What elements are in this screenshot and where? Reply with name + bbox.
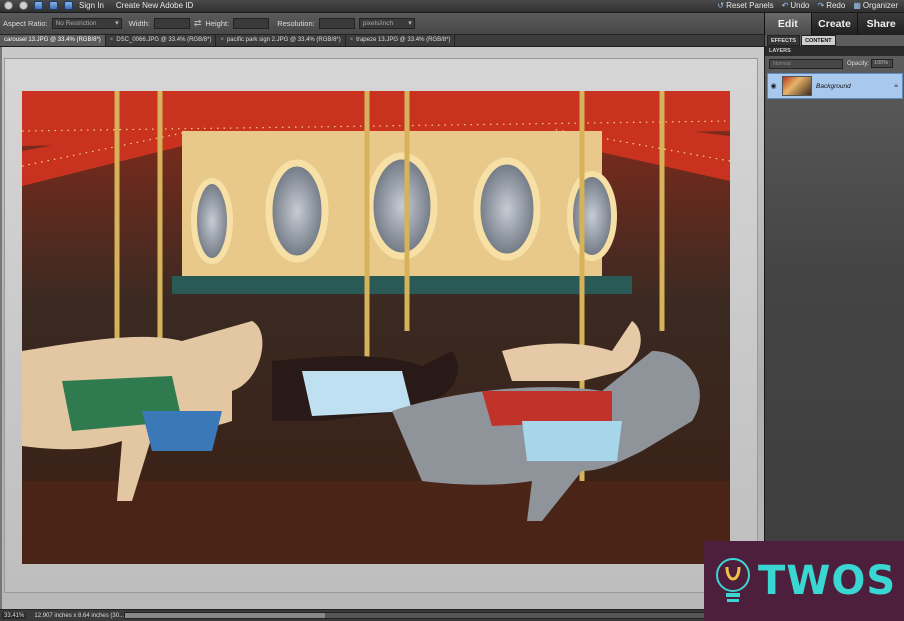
resolution-unit-select[interactable]: pixels/inch bbox=[358, 18, 415, 29]
photo-canvas[interactable] bbox=[22, 91, 730, 564]
carousel-photo bbox=[22, 91, 730, 564]
doc-tab-label: DSC_0066.JPG @ 33.4% (RGB/8*) bbox=[116, 37, 212, 43]
close-icon[interactable]: × bbox=[110, 35, 114, 46]
close-icon[interactable]: × bbox=[350, 35, 354, 46]
scrollbar-thumb[interactable] bbox=[125, 613, 325, 618]
tab-create[interactable]: Create bbox=[810, 13, 858, 35]
create-adobe-id-link[interactable]: Create New Adobe ID bbox=[116, 1, 193, 10]
opacity-label: Opacity: bbox=[847, 60, 870, 67]
redo-label: Redo bbox=[826, 1, 846, 10]
lightbulb-icon bbox=[716, 558, 750, 602]
folder-icon[interactable] bbox=[49, 1, 58, 10]
layer-thumbnail bbox=[782, 76, 812, 96]
top-menu-bar: Sign In Create New Adobe ID ↺ Reset Panel… bbox=[0, 0, 904, 13]
aspect-ratio-select[interactable]: No Restriction bbox=[51, 18, 122, 29]
width-field[interactable] bbox=[153, 18, 190, 29]
doc-tab-label: carousel 13.JPG @ 33.4% (RGB/8*) bbox=[4, 37, 101, 43]
document-size: 12.907 inches x 8.64 inches (30... bbox=[34, 612, 125, 619]
undo-button[interactable]: ↶ Undo bbox=[782, 1, 810, 10]
doc-tab-dsc0066[interactable]: × DSC_0066.JPG @ 33.4% (RGB/8*) bbox=[106, 35, 217, 46]
width-label: Width: bbox=[128, 19, 150, 28]
undo-icon: ↶ bbox=[781, 1, 789, 10]
layer-name: Background bbox=[816, 82, 851, 90]
tool-options-bar: Aspect Ratio: No Restriction Width: ⇄ He… bbox=[0, 13, 764, 35]
tab-effects[interactable]: EFFECTS bbox=[767, 35, 801, 46]
close-icon[interactable]: × bbox=[220, 35, 224, 46]
watermark-text: TWOS bbox=[758, 558, 897, 604]
organizer-label: Organizer bbox=[862, 1, 898, 10]
resolution-field[interactable] bbox=[318, 18, 355, 29]
resolution-label: Resolution: bbox=[277, 19, 315, 28]
right-panel: EFFECTS CONTENT LAYERS Normal Opacity: 1… bbox=[764, 35, 904, 621]
doc-tab-label: trapeze 13.JPG @ 33.4% (RGB/8*) bbox=[356, 37, 451, 43]
save-icon[interactable] bbox=[34, 1, 43, 10]
height-label: Height: bbox=[205, 19, 230, 28]
organizer-icon: ▦ bbox=[853, 1, 861, 10]
doc-tab-carousel[interactable]: carousel 13.JPG @ 33.4% (RGB/8*) bbox=[0, 35, 106, 46]
sign-in-link[interactable]: Sign In bbox=[79, 1, 104, 10]
watermark-logo: TWOS bbox=[704, 541, 904, 621]
horizontal-scrollbar[interactable] bbox=[124, 612, 764, 619]
visibility-eye-icon[interactable]: ◉ bbox=[769, 82, 778, 91]
zoom-readout[interactable]: 33.41% bbox=[2, 612, 27, 619]
photoshop-elements-window: Sign In Create New Adobe ID ↺ Reset Panel… bbox=[0, 0, 904, 621]
doc-tab-trapeze[interactable]: × trapeze 13.JPG @ 33.4% (RGB/8*) bbox=[346, 35, 456, 46]
undo-label: Undo bbox=[790, 1, 810, 10]
canvas-workspace[interactable] bbox=[0, 47, 764, 609]
document-tabs: carousel 13.JPG @ 33.4% (RGB/8*) × DSC_00… bbox=[0, 35, 764, 47]
layers-panel-title: LAYERS bbox=[765, 46, 904, 56]
tab-content[interactable]: CONTENT bbox=[801, 35, 836, 46]
reset-panels-label: Reset Panels bbox=[726, 1, 774, 10]
layer-row-background[interactable]: ◉ Background 🔒︎ bbox=[767, 73, 903, 99]
doc-tab-label: pacific park sign 2.JPG @ 33.4% (RGB/8*) bbox=[226, 37, 341, 43]
lock-icon: 🔒︎ bbox=[894, 82, 898, 89]
help-icon[interactable] bbox=[64, 1, 73, 10]
redo-button[interactable]: ↷ Redo bbox=[817, 1, 845, 10]
opacity-field[interactable]: 100% bbox=[871, 59, 894, 68]
tab-share[interactable]: Share bbox=[857, 13, 904, 35]
doc-tab-pacific-park[interactable]: × pacific park sign 2.JPG @ 33.4% (RGB/8*… bbox=[216, 35, 346, 46]
status-bar: 33.41% 12.907 inches x 8.64 inches (30..… bbox=[0, 609, 764, 621]
redo-icon: ↷ bbox=[817, 1, 825, 10]
aspect-ratio-label: Aspect Ratio: bbox=[3, 19, 48, 28]
blend-mode-select[interactable]: Normal bbox=[769, 59, 843, 69]
circle-icon[interactable] bbox=[19, 1, 28, 10]
panel-subtabs: EFFECTS CONTENT bbox=[767, 35, 836, 46]
organizer-button[interactable]: ▦ Organizer bbox=[853, 1, 898, 10]
swap-dimensions-icon[interactable]: ⇄ bbox=[194, 18, 202, 29]
tab-edit[interactable]: Edit bbox=[764, 13, 811, 35]
opacity-control: Opacity: 100% bbox=[847, 59, 894, 68]
height-field[interactable] bbox=[233, 18, 270, 29]
reset-panels-button[interactable]: ↺ Reset Panels bbox=[717, 1, 773, 10]
app-icon bbox=[4, 1, 13, 10]
reset-icon: ↺ bbox=[717, 1, 725, 10]
mode-tabs: Edit Create Share bbox=[764, 13, 904, 35]
